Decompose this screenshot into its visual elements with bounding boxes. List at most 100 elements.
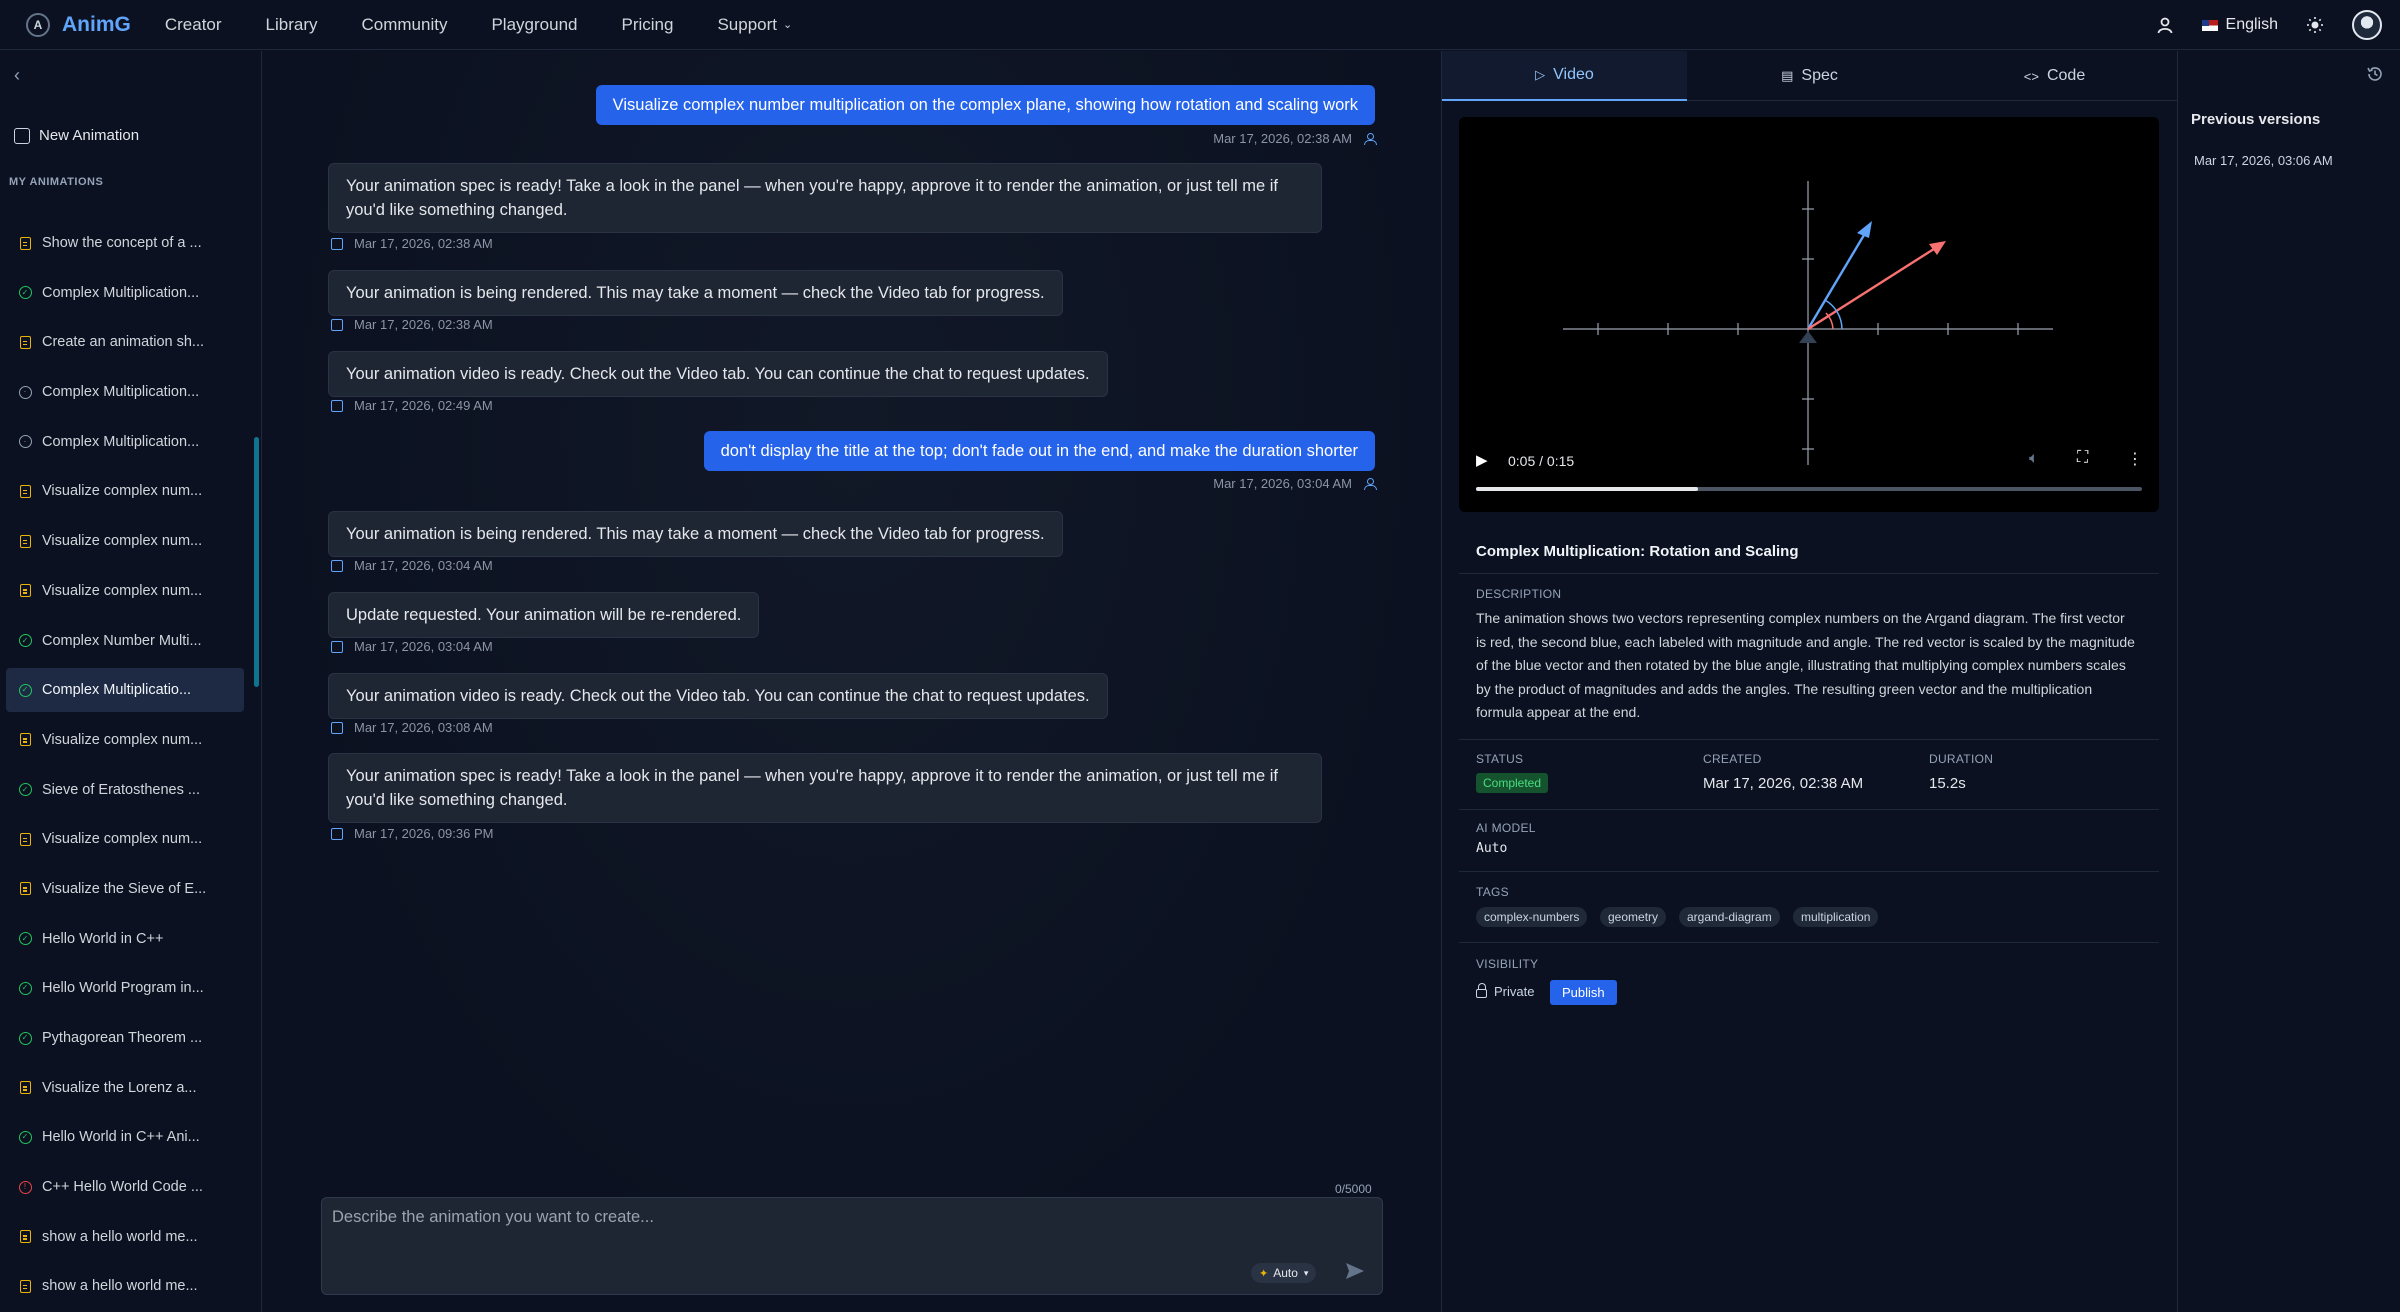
top-nav: A AnimG Creator Library Community Playgr… bbox=[0, 0, 2400, 50]
sidebar-animation-label: Complex Multiplication... bbox=[42, 284, 200, 301]
sidebar-animation-item[interactable]: Create an animation sh... bbox=[6, 320, 244, 364]
sidebar-animation-item[interactable]: ✓ Sieve of Eratosthenes ... bbox=[6, 768, 244, 812]
sidebar-animation-item[interactable]: Visualize complex num... bbox=[6, 817, 244, 861]
more-options-icon[interactable]: ⋮ bbox=[2127, 449, 2143, 469]
check-circle-icon: ✓ bbox=[18, 1031, 32, 1045]
fullscreen-icon[interactable]: ⛶ bbox=[2077, 449, 2088, 467]
sidebar: ‹ New Animation MY ANIMATIONS Show the c… bbox=[0, 51, 262, 1312]
sparkle-icon: ✦ bbox=[1259, 1267, 1269, 1280]
animation-title: Complex Multiplication: Rotation and Sca… bbox=[1476, 543, 1799, 560]
spec-document-icon bbox=[18, 733, 32, 747]
clock-icon: · bbox=[18, 435, 32, 449]
chat-area: Visualize complex number multiplication … bbox=[263, 51, 1441, 1312]
history-icon[interactable] bbox=[2366, 65, 2384, 83]
play-button[interactable]: ▶ bbox=[1476, 451, 1490, 469]
sidebar-animation-label: Visualize complex num... bbox=[42, 831, 203, 848]
message-time: Mar 17, 2026, 02:38 AM bbox=[354, 236, 493, 251]
language-selector[interactable]: English bbox=[2201, 16, 2278, 34]
ai-message: Your animation spec is ready! Take a loo… bbox=[328, 753, 1322, 823]
sidebar-animation-item[interactable]: ✓ Pythagorean Theorem ... bbox=[6, 1016, 244, 1060]
volume-icon[interactable]: 🔈︎ bbox=[2029, 450, 2039, 468]
sidebar-animation-item[interactable]: ! C++ Hello World Code ... bbox=[6, 1165, 244, 1209]
prompt-input[interactable]: Describe the animation you want to creat… bbox=[332, 1208, 654, 1227]
user-icon bbox=[1364, 478, 1377, 490]
video-time: 0:05 / 0:15 bbox=[1508, 453, 1575, 469]
tab-video-label: Video bbox=[1553, 66, 1594, 83]
nav-library[interactable]: Library bbox=[266, 15, 318, 35]
theme-toggle-sun-icon[interactable] bbox=[2304, 14, 2326, 36]
sidebar-animation-item[interactable]: Visualize the Sieve of E... bbox=[6, 867, 244, 911]
visibility-private[interactable]: Private bbox=[1476, 983, 1534, 999]
sidebar-animation-item[interactable]: Visualize complex num... bbox=[6, 569, 244, 613]
video-player[interactable]: ▶ 0:05 / 0:15 🔈︎ ⛶ ⋮ bbox=[1459, 117, 2159, 512]
sidebar-animation-item[interactable]: show a hello world me... bbox=[6, 1215, 244, 1259]
sidebar-animation-item[interactable]: Visualize complex num... bbox=[6, 469, 244, 513]
tab-spec[interactable]: ▤ Spec bbox=[1687, 51, 1932, 101]
brand[interactable]: A AnimG bbox=[26, 12, 131, 37]
spec-document-icon bbox=[18, 236, 32, 250]
user-icon[interactable] bbox=[2154, 14, 2176, 36]
new-animation-button[interactable]: New Animation bbox=[14, 127, 139, 144]
my-animations-heading: MY ANIMATIONS bbox=[9, 176, 104, 188]
sidebar-animation-item[interactable]: · Complex Multiplication... bbox=[6, 420, 244, 464]
lock-icon bbox=[1476, 983, 1487, 998]
message-time: Mar 17, 2026, 09:36 PM bbox=[354, 826, 494, 841]
play-outline-icon: ▷ bbox=[1535, 67, 1546, 82]
ai-message: Your animation is being rendered. This m… bbox=[328, 270, 1063, 316]
prompt-composer[interactable]: Describe the animation you want to creat… bbox=[321, 1197, 1383, 1295]
chevron-down-icon: ⌄ bbox=[783, 19, 793, 31]
nav-playground[interactable]: Playground bbox=[491, 15, 577, 35]
model-selector[interactable]: ✦ Auto ▾ bbox=[1251, 1263, 1317, 1283]
error-icon: ! bbox=[18, 1180, 32, 1194]
sidebar-animation-label: Sieve of Eratosthenes ... bbox=[42, 781, 200, 798]
tab-spec-label: Spec bbox=[1801, 67, 1838, 84]
sidebar-animation-item[interactable]: Show the concept of a ... bbox=[6, 221, 244, 265]
description-label: DESCRIPTION bbox=[1476, 587, 1562, 601]
nav-pricing[interactable]: Pricing bbox=[621, 15, 673, 35]
collapse-sidebar-chevron-left-icon[interactable]: ‹ bbox=[14, 65, 20, 86]
ai-message: Your animation is being rendered. This m… bbox=[328, 511, 1063, 557]
message-meta: Mar 17, 2026, 03:08 AM bbox=[331, 720, 493, 735]
message-time: Mar 17, 2026, 03:04 AM bbox=[1213, 476, 1352, 491]
sidebar-animation-item[interactable]: show a hello world me... bbox=[6, 1264, 244, 1308]
nav-support[interactable]: Support ⌄ bbox=[717, 15, 792, 35]
message-meta: Mar 17, 2026, 02:38 AM bbox=[331, 236, 493, 251]
ai-message: Your animation spec is ready! Take a loo… bbox=[328, 163, 1322, 233]
animation-description: The animation shows two vectors represen… bbox=[1476, 610, 2135, 721]
publish-button[interactable]: Publish bbox=[1550, 980, 1617, 1005]
sidebar-animation-item[interactable]: ✓ Hello World in C++ Ani... bbox=[6, 1115, 244, 1159]
video-progress-bar[interactable] bbox=[1476, 487, 2142, 491]
tab-code[interactable]: <> Code bbox=[1932, 51, 2177, 101]
sidebar-animation-label: Show the concept of a ... bbox=[42, 235, 202, 251]
message-time: Mar 17, 2026, 03:08 AM bbox=[354, 720, 493, 735]
sidebar-animation-item[interactable]: ✓ Complex Multiplication... bbox=[6, 271, 244, 315]
sidebar-animation-label: Visualize complex num... bbox=[42, 582, 203, 599]
sidebar-animation-label: Visualize complex num... bbox=[42, 533, 203, 550]
message-time: Mar 17, 2026, 02:38 AM bbox=[354, 317, 493, 332]
sidebar-animation-item[interactable]: ✓ Hello World Program in... bbox=[6, 966, 244, 1010]
avatar[interactable] bbox=[2352, 10, 2382, 40]
divider bbox=[1459, 809, 2159, 810]
sidebar-animation-item[interactable]: · Complex Multiplication... bbox=[6, 370, 244, 414]
spec-document-icon bbox=[18, 1230, 32, 1244]
duration-value: 15.2s bbox=[1929, 775, 1966, 792]
version-item[interactable]: Mar 17, 2026, 03:06 AM bbox=[2194, 153, 2333, 168]
sidebar-animation-label: Complex Multiplication... bbox=[42, 384, 200, 401]
sidebar-animation-item[interactable]: ✓ Complex Number Multi... bbox=[6, 619, 244, 663]
sidebar-animation-item[interactable]: ✓ Hello World in C++ bbox=[6, 917, 244, 961]
new-animation-label: New Animation bbox=[39, 127, 140, 144]
sidebar-animation-label: Hello World in C++ Ani... bbox=[42, 1129, 200, 1146]
sidebar-scrollbar[interactable] bbox=[254, 437, 259, 687]
flag-us-icon bbox=[2201, 19, 2218, 31]
nav-creator[interactable]: Creator bbox=[165, 15, 222, 35]
nav-community[interactable]: Community bbox=[362, 15, 448, 35]
sidebar-animation-item[interactable]: Visualize the Lorenz a... bbox=[6, 1066, 244, 1110]
sidebar-animation-item[interactable]: Visualize complex num... bbox=[6, 718, 244, 762]
character-counter: 0/5000 bbox=[1335, 1182, 1372, 1196]
sidebar-animation-item[interactable]: ✓ Complex Multiplicatio... bbox=[6, 668, 244, 713]
divider bbox=[1459, 739, 2159, 740]
sidebar-animation-item[interactable]: Visualize complex num... bbox=[6, 519, 244, 563]
tab-video[interactable]: ▷ Video bbox=[1442, 51, 1687, 101]
send-button[interactable] bbox=[1344, 1260, 1368, 1284]
sidebar-animation-label: Complex Number Multi... bbox=[42, 632, 202, 649]
